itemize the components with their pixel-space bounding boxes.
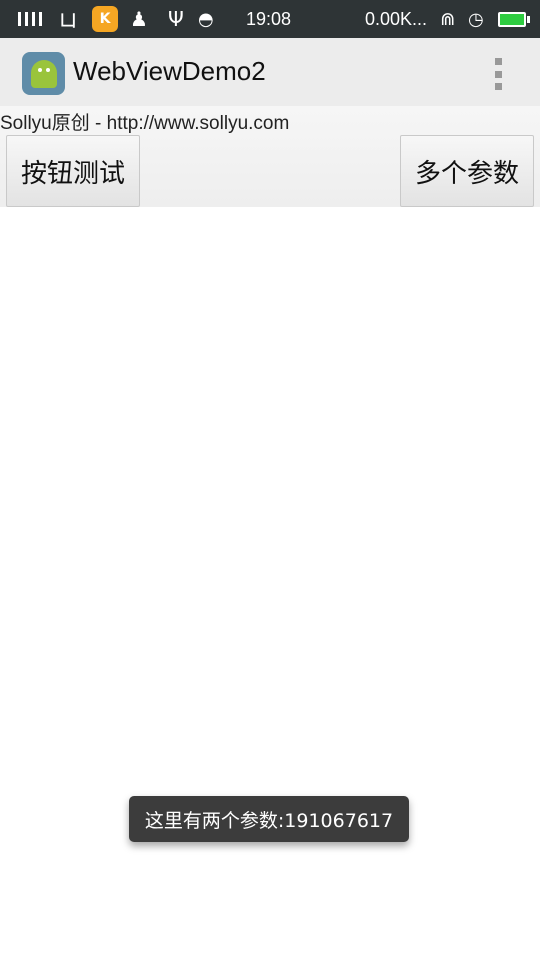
battery-icon <box>498 0 530 38</box>
button-test[interactable]: 按钮测试 <box>6 135 140 207</box>
clock: 19:08 <box>246 8 292 29</box>
toast-message: 这里有两个参数:191067617 <box>129 796 409 842</box>
app-title: WebViewDemo2 <box>73 56 266 86</box>
kuwo-icon: K <box>92 0 118 38</box>
net-speed: 0.00K... <box>365 8 428 29</box>
android-app-icon[interactable] <box>22 52 65 95</box>
qq-icon: ♟ <box>130 7 148 31</box>
android-icon: ◓ <box>198 8 214 30</box>
status-bar: 凵 K ♟ Ψ ◓ 19:08 0.00K... ⋒ ◷ <box>0 0 540 38</box>
overflow-menu-icon[interactable] <box>490 58 506 90</box>
usb-icon: Ψ <box>168 7 184 31</box>
action-bar: WebViewDemo2 <box>0 38 540 106</box>
multi-params-button[interactable]: 多个参数 <box>400 135 534 207</box>
sim-icon: 凵 <box>60 11 77 30</box>
web-caption: Sollyu原创 - http://www.sollyu.com <box>0 113 290 134</box>
signal-icon <box>18 0 42 38</box>
alarm-icon: ◷ <box>468 8 484 30</box>
headset-icon: ⋒ <box>440 8 456 30</box>
